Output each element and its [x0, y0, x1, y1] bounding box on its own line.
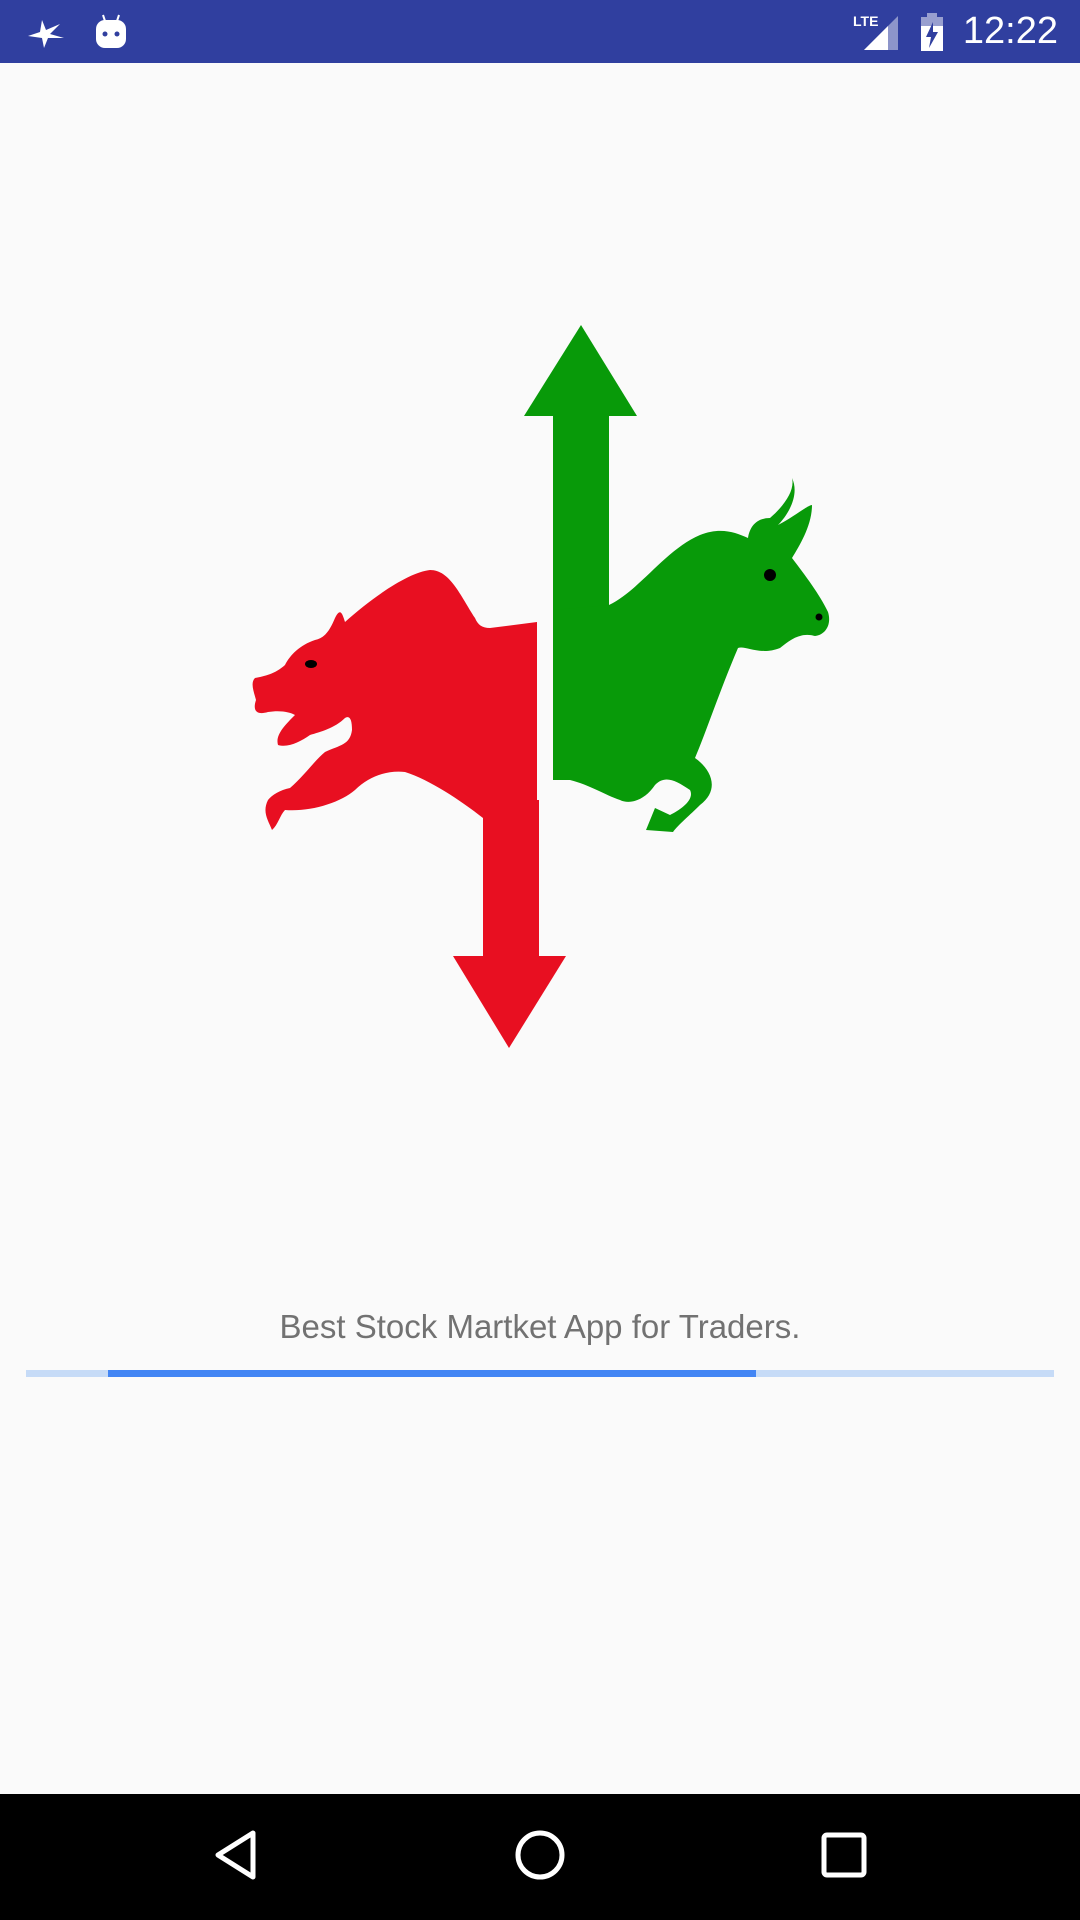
back-icon [213, 1829, 259, 1886]
back-button[interactable] [176, 1794, 296, 1920]
recents-icon [821, 1832, 867, 1883]
status-bar: LTE 12:22 [0, 0, 1080, 63]
network-label: LTE [853, 13, 878, 29]
home-button[interactable] [480, 1794, 600, 1920]
recents-button[interactable] [784, 1794, 904, 1920]
tagline: Best Stock Martket App for Traders. [279, 1308, 801, 1345]
home-icon [514, 1829, 566, 1886]
bear-bull-market-logo-icon [240, 318, 840, 1058]
android-debug-icon [94, 0, 128, 63]
bird-notification-icon [26, 0, 66, 63]
lte-signal-icon: LTE [852, 0, 900, 63]
loading-progress-bar [26, 1370, 1054, 1377]
navigation-bar [0, 1794, 1080, 1920]
clock: 12:22 [962, 10, 1058, 52]
battery-charging-icon [918, 0, 946, 63]
loading-progress-fill [108, 1370, 756, 1377]
